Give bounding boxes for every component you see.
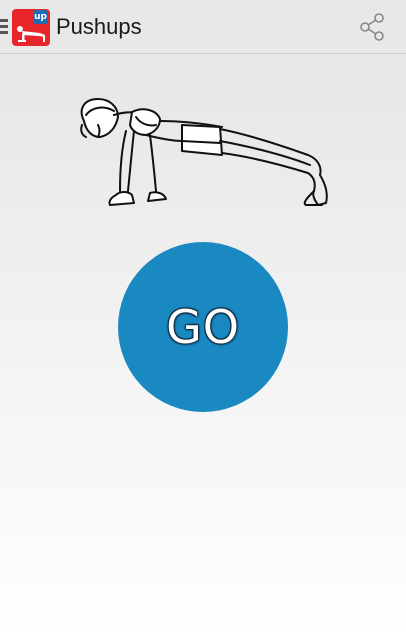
app-icon[interactable]: up <box>12 9 50 46</box>
go-button[interactable]: GO <box>118 242 288 412</box>
app-title: Pushups <box>56 14 142 39</box>
share-button[interactable] <box>356 11 388 43</box>
pushup-figure-icon <box>17 26 45 42</box>
menu-icon[interactable] <box>0 19 10 35</box>
app-icon-badge: up <box>33 10 48 24</box>
go-button-label: GO <box>166 300 240 354</box>
pushup-plank-illustration <box>80 98 328 206</box>
action-bar: up Pushups <box>0 0 406 54</box>
share-icon <box>360 13 384 41</box>
